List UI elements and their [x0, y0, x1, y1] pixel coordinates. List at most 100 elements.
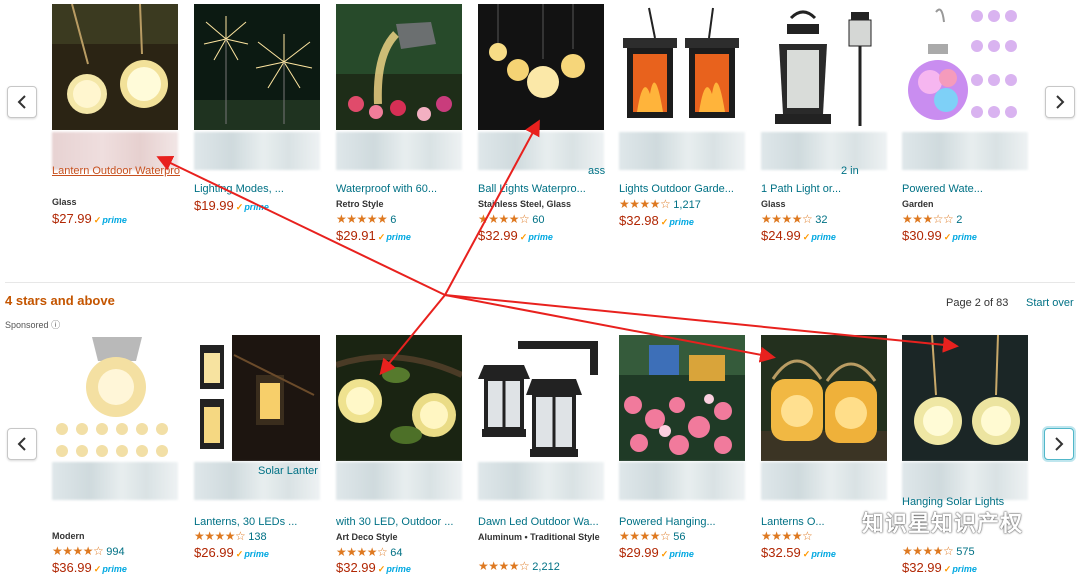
chevron-left-icon [17, 437, 26, 451]
review-count[interactable]: 32 [815, 214, 827, 226]
product-title[interactable]: Lanterns, 30 LEDs ... [194, 515, 322, 529]
review-count[interactable]: 994 [106, 546, 124, 558]
chevron-left-icon [17, 95, 26, 109]
product-title[interactable]: Waterproof with 60... [336, 182, 464, 196]
review-count[interactable]: 64 [390, 547, 402, 559]
product-image[interactable] [52, 335, 178, 461]
product-card[interactable]: Powered Wate... Garden ★★★☆☆2 $30.99prim… [902, 4, 1032, 243]
product-attribute: Glass [52, 197, 77, 207]
product-attribute: Stainless Steel, Glass [478, 199, 572, 209]
product-image[interactable] [478, 4, 604, 130]
carousel-row-1: Lantern Outdoor Waterproof IP44 with... … [0, 0, 1080, 270]
review-count[interactable]: 56 [673, 531, 685, 543]
product-title-snippet: ass [588, 165, 606, 177]
product-card[interactable]: Lights Outdoor Garde... ★★★★☆ 1,217 $32.9… [619, 4, 749, 228]
product-title[interactable]: Powered Hanging... [619, 515, 747, 529]
prime-badge: prime [378, 232, 411, 242]
product-image[interactable] [619, 4, 745, 130]
product-card[interactable]: Hanging Solar Lights ★★★★☆575 $32.99prim… [902, 335, 1032, 575]
product-card[interactable]: Modern ★★★★☆994 $36.99prime [52, 335, 182, 575]
product-title[interactable]: Dawn Led Outdoor Wa... [478, 515, 606, 529]
star-rating[interactable]: ★★★★☆ 2,212 [478, 559, 560, 573]
product-title[interactable]: Powered Wate... [902, 182, 1030, 196]
star-rating[interactable]: ★★★★☆ 64 [336, 545, 403, 559]
product-card[interactable]: Dawn Led Outdoor Wa... Aluminum • Tradit… [478, 335, 608, 573]
product-card[interactable]: Lanterns O... ★★★★☆ $32.59prime [761, 335, 891, 560]
info-icon[interactable]: ⓘ [51, 320, 60, 330]
review-count[interactable]: 6 [390, 214, 396, 226]
product-title[interactable]: Lighting Modes, ... [194, 182, 322, 196]
star-rating[interactable]: ★★★★☆ [761, 529, 815, 543]
product-image[interactable] [336, 4, 462, 130]
star-rating[interactable]: ★★★★★ 6 [336, 212, 396, 226]
product-image[interactable] [619, 335, 745, 461]
product-price: $24.99prime [761, 228, 836, 243]
product-image[interactable] [761, 335, 887, 461]
review-count[interactable]: 2 [956, 214, 962, 226]
prime-badge: prime [94, 564, 127, 574]
product-attribute: Garden [902, 199, 934, 209]
prime-badge: prime [661, 217, 694, 227]
carousel-prev-button[interactable] [7, 428, 37, 460]
prime-badge: prime [944, 564, 977, 574]
product-price: $32.99prime [478, 228, 553, 243]
carousel-next-button[interactable] [1045, 86, 1075, 118]
review-count[interactable]: 575 [956, 546, 974, 558]
product-price: $32.59prime [761, 545, 836, 560]
prime-badge: prime [236, 202, 269, 212]
prime-badge: prime [520, 232, 553, 242]
star-rating[interactable]: ★★★★☆ 994 [52, 544, 125, 558]
section-heading: 4 stars and above [5, 293, 115, 308]
product-price: $30.99prime [902, 228, 977, 243]
star-rating[interactable]: ★★★★☆ 60 [478, 212, 545, 226]
star-rating[interactable]: ★★★★☆ 138 [194, 529, 267, 543]
product-image[interactable] [194, 335, 320, 461]
product-image[interactable] [761, 4, 887, 130]
product-title[interactable]: Ball Lights Waterpro... [478, 182, 606, 196]
product-price: $26.99prime [194, 545, 269, 560]
start-over-link[interactable]: Start over [1026, 297, 1074, 309]
product-card[interactable]: Powered Hanging... ★★★★☆56 $29.99prime [619, 335, 749, 560]
product-price: $36.99prime [52, 560, 127, 575]
prime-badge: prime [378, 564, 411, 574]
carousel-next-button[interactable] [1044, 428, 1074, 460]
prime-badge: prime [803, 232, 836, 242]
product-card[interactable]: Lighting Modes, ... $19.99prime [194, 4, 324, 213]
product-title-snippet: 2 in [841, 165, 859, 177]
product-image[interactable] [52, 4, 178, 130]
product-image[interactable] [478, 335, 604, 461]
product-title[interactable]: with 30 LED, Outdoor ... [336, 515, 464, 529]
product-card[interactable]: Waterproof with 60... Retro Style ★★★★★ 6… [336, 4, 466, 243]
star-rating[interactable]: ★★★☆☆ 2 [902, 212, 962, 226]
star-rating[interactable]: ★★★★☆ 575 [902, 544, 975, 558]
product-attribute: Aluminum • Traditional Style [478, 532, 600, 542]
review-count[interactable]: 138 [248, 531, 266, 543]
product-card[interactable]: Solar Lantern 2 Lanterns, 30 LEDs ... ★★… [194, 335, 324, 560]
product-title[interactable]: Lights Outdoor Garde... [619, 182, 747, 196]
product-card[interactable]: Ball Lights Waterpro... Stainless Steel,… [478, 4, 608, 243]
product-card[interactable]: with 30 LED, Outdoor ... Art Deco Style … [336, 335, 466, 575]
star-rating[interactable]: ★★★★☆ 1,217 [619, 197, 701, 211]
review-count[interactable]: 60 [532, 214, 544, 226]
product-price: $27.99prime [52, 211, 127, 226]
carousel-prev-button[interactable] [7, 86, 37, 118]
star-rating[interactable]: ★★★★☆ 56 [619, 529, 686, 543]
review-count[interactable]: 1,217 [673, 199, 701, 211]
product-image[interactable] [902, 4, 1028, 130]
product-attribute: Retro Style [336, 199, 384, 209]
star-rating[interactable]: ★★★★☆ 32 [761, 212, 828, 226]
product-title[interactable]: Lantern Outdoor Waterproof IP44 with... [52, 164, 180, 178]
product-price: $19.99prime [194, 198, 269, 213]
product-price: $29.99prime [619, 545, 694, 560]
product-price: $29.91prime [336, 228, 411, 243]
product-card[interactable]: 2 in 1 Path Light or... Glass ★★★★☆ 32 $2… [761, 4, 891, 243]
product-image[interactable] [336, 335, 462, 461]
review-count[interactable]: 2,212 [532, 561, 560, 573]
chevron-right-icon [1056, 95, 1065, 109]
section-divider [5, 282, 1075, 283]
product-card[interactable]: Lantern Outdoor Waterproof IP44 with... … [52, 4, 182, 226]
product-title[interactable]: 1 Path Light or... [761, 182, 889, 196]
prime-badge: prime [236, 549, 269, 559]
product-image[interactable] [194, 4, 320, 130]
product-image[interactable] [902, 335, 1028, 461]
